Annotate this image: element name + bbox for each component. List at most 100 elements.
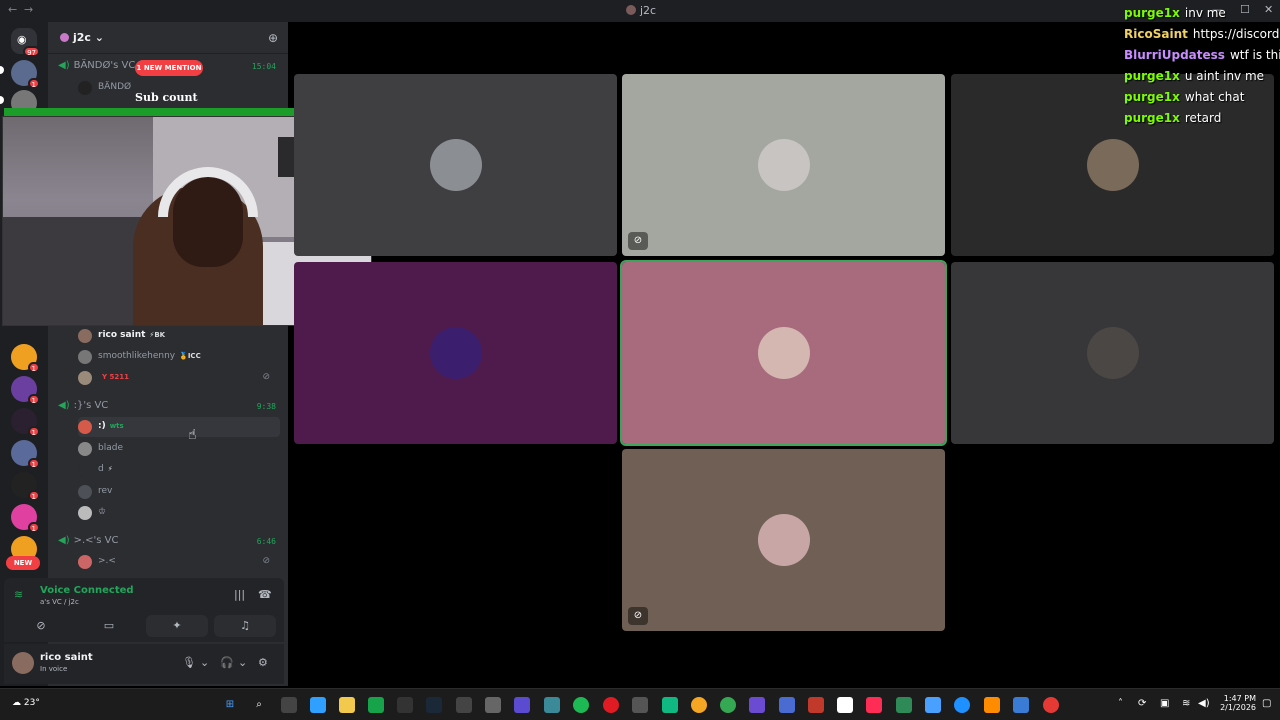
xbox-icon[interactable]: [368, 697, 384, 713]
avatar: [78, 506, 92, 520]
notification-icon[interactable]: ▢: [1262, 698, 1271, 709]
headphones-icon[interactable]: 🎧: [220, 656, 234, 669]
start-icon[interactable]: ⊞: [222, 697, 238, 713]
avatar: [78, 350, 92, 364]
volume-icon[interactable]: ◀): [1198, 698, 1210, 709]
screen-share-button[interactable]: ▭: [78, 615, 140, 637]
steam-icon[interactable]: [426, 697, 442, 713]
app-icon[interactable]: [984, 697, 1000, 713]
app-icon[interactable]: [397, 697, 413, 713]
app-icon[interactable]: [954, 697, 970, 713]
voice-channel-bando[interactable]: ◀) BÄNDØ's VC: [58, 60, 135, 71]
server-name[interactable]: j2c ⌄: [60, 31, 104, 44]
app-icon[interactable]: [896, 697, 912, 713]
video-tile[interactable]: [951, 262, 1274, 444]
chat-message: purge1x inv me: [1124, 6, 1226, 20]
microphone-icon[interactable]: 🎙: [182, 656, 196, 669]
activities-button[interactable]: ✦: [146, 615, 208, 637]
video-tile[interactable]: ⊘: [622, 449, 945, 631]
video-tile[interactable]: ⊘: [622, 74, 945, 256]
app-icon[interactable]: [808, 697, 824, 713]
video-tile[interactable]: [294, 74, 617, 256]
unread-pill: [0, 66, 4, 74]
voice-channel-name: >.<'s VC: [73, 535, 119, 546]
discord-icon[interactable]: [691, 697, 707, 713]
video-tile[interactable]: [294, 262, 617, 444]
opera-icon[interactable]: [603, 697, 619, 713]
server-header[interactable]: j2c ⌄ ⊕: [48, 22, 288, 54]
clock[interactable]: 1:47 PM 2/1/2026: [1216, 694, 1256, 712]
server-icon-8[interactable]: 1: [11, 472, 40, 501]
member-name: rev: [98, 486, 113, 496]
avatar[interactable]: [12, 652, 34, 674]
app-icon[interactable]: [749, 697, 765, 713]
app-icon[interactable]: [925, 697, 941, 713]
copilot-icon[interactable]: [310, 697, 326, 713]
chevron-down-icon[interactable]: ⌄: [200, 656, 209, 669]
app-icon[interactable]: [514, 697, 530, 713]
tray-icon[interactable]: ▣: [1160, 698, 1169, 709]
home-button[interactable]: ◉ 97: [11, 28, 40, 57]
chrome-icon[interactable]: [720, 697, 736, 713]
voice-member[interactable]: ♔: [78, 503, 280, 523]
noise-suppression-icon[interactable]: |||: [234, 588, 245, 601]
server-icon-5[interactable]: 1: [11, 376, 40, 405]
avatar: [1086, 139, 1139, 191]
chevron-down-icon[interactable]: ⌄: [238, 656, 247, 669]
voice-channel-face[interactable]: ◀) >.<'s VC: [58, 535, 119, 546]
signal-icon[interactable]: ≋: [14, 588, 23, 601]
server-icon-7[interactable]: 1: [11, 440, 40, 469]
gear-icon[interactable]: [485, 697, 501, 713]
app-icon[interactable]: [632, 697, 648, 713]
app-icon[interactable]: [1013, 697, 1029, 713]
back-icon[interactable]: ←: [8, 3, 17, 16]
app-icon[interactable]: [662, 697, 678, 713]
voice-member[interactable]: blade: [78, 439, 280, 459]
new-mention-pill[interactable]: 1 NEW MENTION: [135, 60, 203, 76]
spotify-icon[interactable]: [573, 697, 589, 713]
server-icon-6[interactable]: 1: [11, 408, 40, 437]
app-icon[interactable]: [837, 697, 853, 713]
voice-member[interactable]: rico saint ⚡BK: [78, 326, 280, 346]
close-icon[interactable]: ✕: [1264, 3, 1273, 16]
soundboard-button[interactable]: ♫: [214, 615, 276, 637]
weather-widget[interactable]: ☁ 23°: [12, 698, 40, 708]
disconnect-icon[interactable]: ☎: [258, 588, 272, 601]
voice-member[interactable]: smoothlikehenny 🏅ICC: [78, 347, 280, 367]
chat-user: purge1x: [1124, 69, 1180, 83]
video-tile[interactable]: [620, 260, 947, 446]
forward-icon[interactable]: →: [24, 3, 33, 16]
voice-location[interactable]: a's VC / j2c: [40, 598, 79, 606]
voice-member[interactable]: Y 5211 ⊘: [78, 368, 280, 388]
chat-text: u aint inv me: [1184, 69, 1265, 83]
voice-member[interactable]: >.< ⊘: [78, 552, 280, 572]
chevron-up-icon[interactable]: ˄: [1118, 698, 1123, 709]
task-view-icon[interactable]: [281, 697, 297, 713]
tray-icon[interactable]: ⟳: [1138, 698, 1146, 709]
wifi-icon[interactable]: ≋: [1182, 698, 1190, 709]
voice-channel-smiley[interactable]: ◀):}'s VC: [58, 400, 108, 411]
person-add-icon[interactable]: ⊕: [268, 31, 278, 45]
server-icon-4[interactable]: 1: [11, 344, 40, 373]
voice-member[interactable]: :) wts: [78, 417, 280, 437]
voice-status[interactable]: Voice Connected: [40, 585, 134, 596]
search-icon[interactable]: ⌕: [251, 697, 267, 713]
app-icon[interactable]: [456, 697, 472, 713]
camera-off-button[interactable]: ⊘: [10, 615, 72, 637]
taskbar: ☁ 23° ⊞ ⌕ ˄ ⟳ ▣ ≋ ◀) 1:47 PM 2/1/2026 ▢: [0, 688, 1280, 720]
user-name[interactable]: rico saint: [40, 652, 93, 663]
voice-member[interactable]: d ⚡: [78, 460, 280, 480]
home-badge: 97: [23, 46, 40, 57]
app-icon[interactable]: [1043, 697, 1059, 713]
app-icon[interactable]: [779, 697, 795, 713]
tiktok-icon[interactable]: [866, 697, 882, 713]
maximize-icon[interactable]: ☐: [1240, 3, 1250, 16]
gear-icon[interactable]: ⚙: [258, 656, 268, 669]
voice-member[interactable]: rev: [78, 482, 280, 502]
new-servers-pill[interactable]: NEW: [6, 556, 40, 570]
server-icon-9[interactable]: 1: [11, 504, 40, 533]
server-icon-1[interactable]: 1: [11, 60, 40, 89]
file-explorer-icon[interactable]: [339, 697, 355, 713]
sub-count-label: Sub count: [135, 91, 198, 104]
app-icon[interactable]: [544, 697, 560, 713]
